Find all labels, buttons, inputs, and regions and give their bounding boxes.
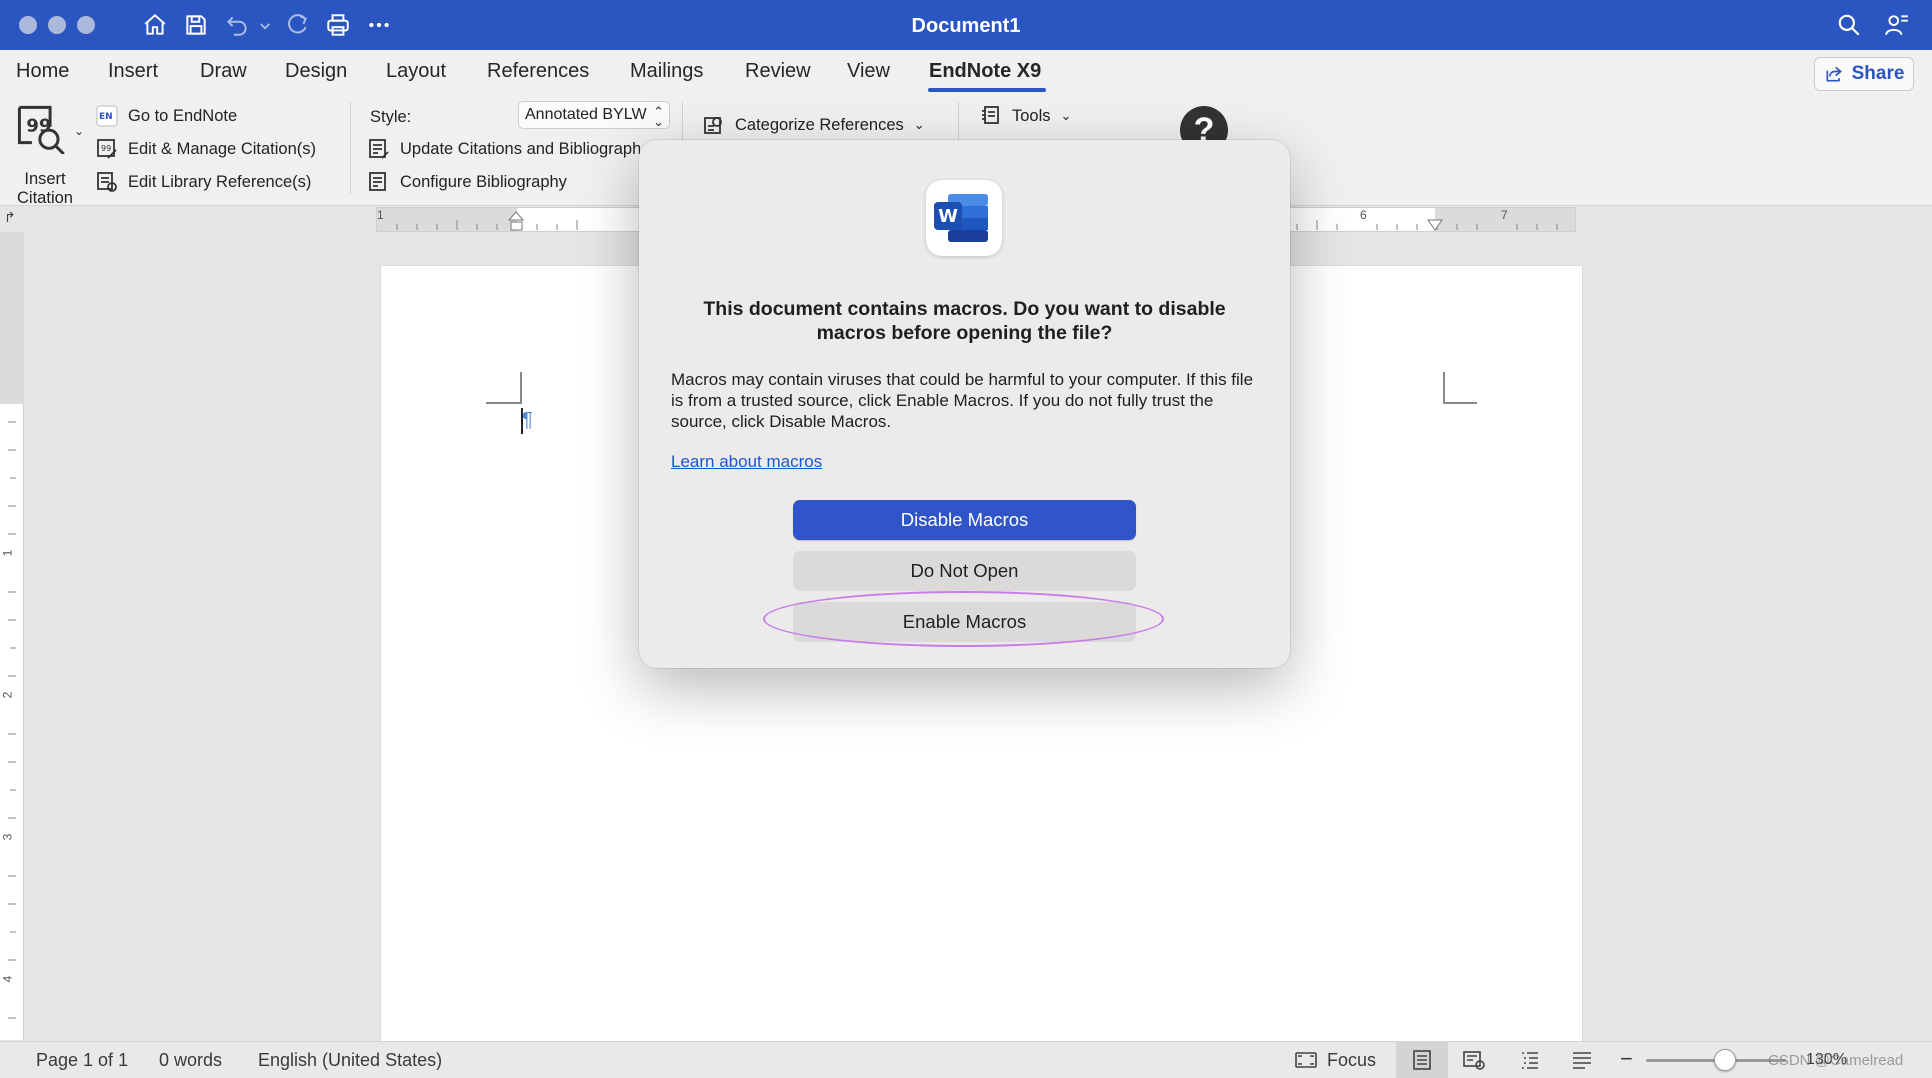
crop-mark-top-left — [486, 372, 522, 404]
zoom-out-button[interactable]: − — [1620, 1046, 1633, 1072]
active-tab-indicator — [928, 88, 1046, 92]
enable-macros-button[interactable]: Enable Macros — [793, 602, 1136, 642]
close-window-button[interactable] — [19, 16, 37, 34]
style-label: Style: — [370, 108, 412, 126]
configure-bibliography-label: Configure Bibliography — [400, 172, 567, 191]
vertical-ruler-ticks — [8, 421, 16, 1019]
watermark-text: CSDN @Camelread — [1768, 1052, 1904, 1069]
chevron-down-icon: ⌄ — [74, 124, 85, 138]
go-to-endnote-label: Go to EndNote — [128, 106, 238, 125]
tab-layout[interactable]: Layout — [386, 60, 446, 83]
svg-text:99: 99 — [101, 144, 111, 153]
tab-design[interactable]: Design — [285, 60, 347, 83]
do-not-open-button[interactable]: Do Not Open — [793, 551, 1136, 591]
style-select-value: Annotated BYLW — [525, 106, 647, 123]
style-select[interactable]: Annotated BYLW ⌃ ⌄ — [518, 101, 670, 129]
zoom-window-button[interactable] — [77, 16, 95, 34]
tab-references[interactable]: References — [487, 60, 589, 83]
page-count[interactable]: Page 1 of 1 — [36, 1050, 128, 1071]
tools-icon — [980, 105, 1002, 127]
vertical-ruler[interactable]: 1 2 3 4 — [0, 232, 24, 1040]
dialog-title: This document contains macros. Do you wa… — [703, 298, 1226, 344]
categorize-references-label: Categorize References — [735, 115, 904, 134]
dialog-message: Macros may contain viruses that could be… — [671, 370, 1254, 431]
update-citations-label: Update Citations and Bibliography — [400, 139, 640, 158]
chevron-down-icon: ⌄ — [653, 114, 664, 129]
edit-library-references-label: Edit Library Reference(s) — [128, 172, 312, 191]
edit-citation-icon: 99 — [96, 138, 118, 160]
tab-stop-selector[interactable]: ↱ — [4, 209, 16, 226]
svg-text:W: W — [938, 206, 958, 227]
zoom-slider-thumb[interactable] — [1714, 1049, 1736, 1071]
categorize-references-button[interactable]: Categorize References ⌄ — [703, 114, 925, 136]
tab-mailings[interactable]: Mailings — [630, 60, 703, 83]
svg-text:99: 99 — [26, 115, 51, 136]
svg-text:EN: EN — [99, 112, 113, 122]
tab-draw[interactable]: Draw — [200, 60, 247, 83]
edit-manage-citations-label: Edit & Manage Citation(s) — [128, 139, 317, 158]
library-settings-icon — [96, 171, 118, 193]
insert-citation-label-2: Citation — [17, 189, 73, 207]
language-status[interactable]: English (United States) — [258, 1050, 442, 1071]
tab-view[interactable]: View — [847, 60, 890, 83]
configure-bibliography-icon — [368, 171, 390, 193]
title-bar — [0, 0, 1932, 50]
chevron-down-icon: ⌄ — [1060, 108, 1072, 123]
print-icon[interactable] — [325, 12, 351, 38]
redo-icon[interactable] — [284, 12, 310, 38]
insert-citation-label-1: Insert — [24, 170, 66, 188]
tab-review[interactable]: Review — [745, 60, 811, 83]
home-icon[interactable] — [142, 12, 168, 38]
tab-endnote-x9[interactable]: EndNote X9 — [929, 60, 1041, 83]
disable-macros-button[interactable]: Disable Macros — [793, 500, 1136, 540]
print-layout-view-icon[interactable] — [1410, 1048, 1434, 1072]
paragraph-mark-icon: ¶ — [522, 409, 533, 431]
account-icon[interactable] — [1884, 12, 1910, 38]
focus-label[interactable]: Focus — [1327, 1050, 1376, 1071]
update-citations-icon — [368, 138, 390, 160]
undo-dropdown-icon[interactable] — [252, 12, 270, 38]
focus-icon[interactable] — [1294, 1048, 1318, 1072]
insert-citation-button[interactable]: 99 ⌄ Insert Citation — [14, 104, 84, 207]
share-button[interactable]: Share — [1814, 57, 1914, 91]
tab-insert[interactable]: Insert — [108, 60, 158, 83]
macro-warning-dialog: W This document contains macros. Do you … — [639, 140, 1290, 668]
go-to-endnote-button[interactable]: EN Go to EndNote — [96, 105, 237, 127]
edit-manage-citations-button[interactable]: 99 Edit & Manage Citation(s) — [96, 138, 316, 160]
minimize-window-button[interactable] — [48, 16, 66, 34]
configure-bibliography-button[interactable]: Configure Bibliography — [368, 171, 567, 193]
web-layout-view-icon[interactable] — [1462, 1048, 1486, 1072]
save-icon[interactable] — [183, 12, 209, 38]
categorize-icon — [703, 114, 725, 136]
more-options-icon[interactable] — [366, 12, 392, 38]
ribbon-separator — [350, 102, 351, 194]
word-count[interactable]: 0 words — [159, 1050, 222, 1071]
learn-about-macros-link[interactable]: Learn about macros — [671, 452, 822, 472]
tools-button[interactable]: Tools ⌄ — [980, 105, 1071, 127]
status-bar: Page 1 of 1 0 words English (United Stat… — [0, 1041, 1932, 1078]
chevron-down-icon: ⌄ — [913, 117, 925, 132]
update-citations-button[interactable]: Update Citations and Bibliography — [368, 138, 640, 160]
edit-library-references-button[interactable]: Edit Library Reference(s) — [96, 171, 311, 193]
endnote-logo-icon: EN — [96, 105, 118, 127]
outline-view-icon[interactable] — [1518, 1048, 1542, 1072]
word-app-icon: W — [926, 180, 1002, 256]
share-label: Share — [1851, 63, 1905, 84]
share-icon — [1826, 66, 1842, 82]
insert-citation-icon: 99 — [17, 105, 65, 154]
crop-mark-top-right — [1443, 372, 1477, 404]
search-icon[interactable] — [1836, 12, 1862, 38]
tab-home[interactable]: Home — [16, 60, 69, 83]
undo-icon[interactable] — [224, 12, 250, 38]
draft-view-icon[interactable] — [1570, 1048, 1594, 1072]
tools-label: Tools — [1012, 106, 1051, 125]
